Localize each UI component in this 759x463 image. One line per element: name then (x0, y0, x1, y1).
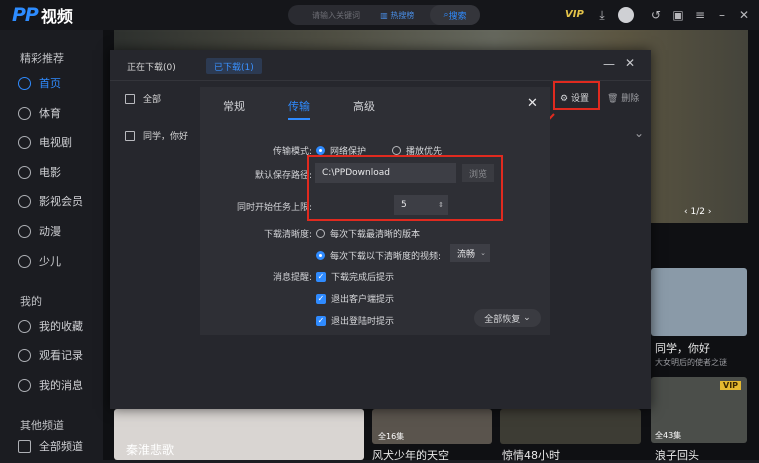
max-tasks-label: 同时开始任务上限: (236, 203, 312, 213)
search-input[interactable]: 请输入关键词 (312, 10, 375, 21)
tab-downloading[interactable]: 正在下载(0) (127, 58, 176, 74)
tab-general[interactable]: 常规 (223, 98, 245, 114)
message-icon (18, 378, 31, 392)
episode-badge: 全43集 (655, 431, 682, 440)
card-title: 风犬少年的天空 (372, 449, 449, 462)
avatar[interactable] (618, 7, 634, 23)
grid-icon (18, 439, 31, 453)
highlight-box (553, 81, 600, 110)
home-icon (18, 76, 31, 90)
card-title: 同学，你好 (655, 342, 710, 355)
checkbox-checked[interactable]: ✓ (316, 271, 326, 282)
close-icon[interactable]: ✕ (736, 7, 752, 23)
sidebar-item-anime[interactable]: 动漫 (18, 221, 61, 241)
card-title: 浪子回头 (655, 449, 699, 462)
restore-all-button[interactable]: 全部恢复 ⌄ (474, 309, 541, 327)
notify-label: 消息提醒: (272, 273, 312, 283)
download-item[interactable]: 同学，你好 (125, 129, 188, 142)
episode-badge: 全16集 (378, 432, 405, 441)
app-logo[interactable]: PP 视频 (12, 4, 73, 26)
chevron-down-icon: ⌄ (480, 249, 486, 257)
sidebar: 精彩推荐 首页 体育 电视剧 电影 影视会员 动漫 少儿 我的 我的收藏 观看记… (0, 30, 103, 460)
radio-button[interactable] (316, 146, 325, 155)
tab-transfer[interactable]: 传输 (288, 98, 310, 120)
sidebar-section-other: 其他频道 (20, 419, 64, 432)
sidebar-item-vip[interactable]: 影视会员 (18, 191, 83, 211)
vip-icon[interactable]: VIP (565, 9, 584, 20)
clarity-select[interactable]: 流畅 ⌄ (450, 244, 490, 262)
save-path-label: 默认保存路径: (254, 171, 312, 181)
minimize-icon[interactable]: — (603, 57, 615, 71)
banner-pager[interactable]: ‹ 1/2 › (684, 207, 711, 217)
checkbox[interactable] (125, 93, 135, 104)
checkbox-checked[interactable]: ✓ (316, 315, 326, 326)
refresh-icon[interactable]: ↺ (648, 7, 664, 23)
tab-downloaded[interactable]: 已下载(1) (206, 58, 262, 74)
tab-advanced[interactable]: 高级 (353, 98, 375, 114)
radio-button[interactable] (392, 146, 401, 155)
card-subtitle: 大女明后的使者之谜 (655, 358, 727, 367)
clarity-option-best[interactable]: 每次下载最清晰的版本 (316, 227, 420, 240)
sidebar-item-all-channels[interactable]: 全部频道 (18, 436, 83, 456)
notify-option-exit-client[interactable]: ✓ 退出客户端提示 (316, 292, 394, 305)
history-icon (18, 348, 31, 362)
clarity-option-specific[interactable]: 每次下载以下清晰度的视频: (316, 249, 441, 262)
close-icon[interactable]: ✕ (527, 96, 538, 111)
notify-option-complete[interactable]: ✓ 下载完成后提示 (316, 270, 394, 283)
sidebar-section-my: 我的 (20, 295, 42, 308)
anime-icon (18, 224, 31, 238)
sidebar-item-home[interactable]: 首页 (18, 73, 61, 93)
search-button[interactable]: ⌕ 搜索 (430, 5, 480, 25)
sidebar-section-recommend: 精彩推荐 (20, 52, 64, 65)
select-all[interactable]: 全部 (125, 92, 161, 105)
settings-dialog: 常规 传输 高级 ✕ 传输模式: 网络保护 播放优先 默认保存路径: C:\PP… (200, 87, 550, 335)
vip-icon (18, 194, 31, 208)
delete-button[interactable]: 🗑 删除 (607, 91, 639, 104)
sidebar-item-film[interactable]: 电影 (18, 162, 61, 182)
download-icon[interactable]: ⤓ (594, 7, 610, 23)
checkbox-checked[interactable]: ✓ (316, 293, 326, 304)
play-window-icon[interactable]: ▣ (670, 7, 686, 23)
radio-button[interactable] (316, 251, 325, 260)
sidebar-item-tv[interactable]: 电视剧 (18, 132, 72, 152)
card-title: 秦淮悲歌 (126, 443, 175, 457)
minimize-icon[interactable]: – (714, 7, 730, 23)
clarity-label: 下载清晰度: (263, 230, 312, 240)
search-bar: 请输入关键词 ▥ 热搜榜 ⌕ 搜索 (288, 5, 480, 25)
menu-icon[interactable]: ≡ (692, 7, 708, 23)
close-icon[interactable]: ✕ (625, 56, 635, 70)
star-icon (18, 319, 31, 333)
highlight-box (307, 155, 503, 221)
sports-icon (18, 106, 31, 120)
sidebar-item-kids[interactable]: 少儿 (18, 251, 61, 271)
kids-icon (18, 254, 31, 268)
logo-pp: PP (12, 4, 39, 26)
tv-icon (18, 135, 31, 149)
sidebar-item-favorites[interactable]: 我的收藏 (18, 316, 83, 336)
card-title: 惊情48小时 (502, 449, 560, 462)
sidebar-item-messages[interactable]: 我的消息 (18, 375, 83, 395)
logo-text: 视频 (40, 7, 73, 26)
chevron-down-icon[interactable]: ⌄ (634, 126, 644, 140)
thumbnail-card[interactable] (651, 268, 747, 336)
notify-option-logout[interactable]: ✓ 退出登陆时提示 (316, 314, 394, 327)
sidebar-item-sports[interactable]: 体育 (18, 103, 61, 123)
transfer-mode-label: 传输模式: (272, 147, 312, 157)
checkbox[interactable] (125, 130, 135, 141)
vip-badge: VIP (720, 381, 742, 390)
sidebar-item-history[interactable]: 观看记录 (18, 345, 83, 365)
film-icon (18, 165, 31, 179)
hot-list-button[interactable]: ▥ 热搜榜 (380, 10, 430, 21)
thumbnail-card[interactable] (500, 409, 641, 444)
radio-button[interactable] (316, 229, 325, 238)
